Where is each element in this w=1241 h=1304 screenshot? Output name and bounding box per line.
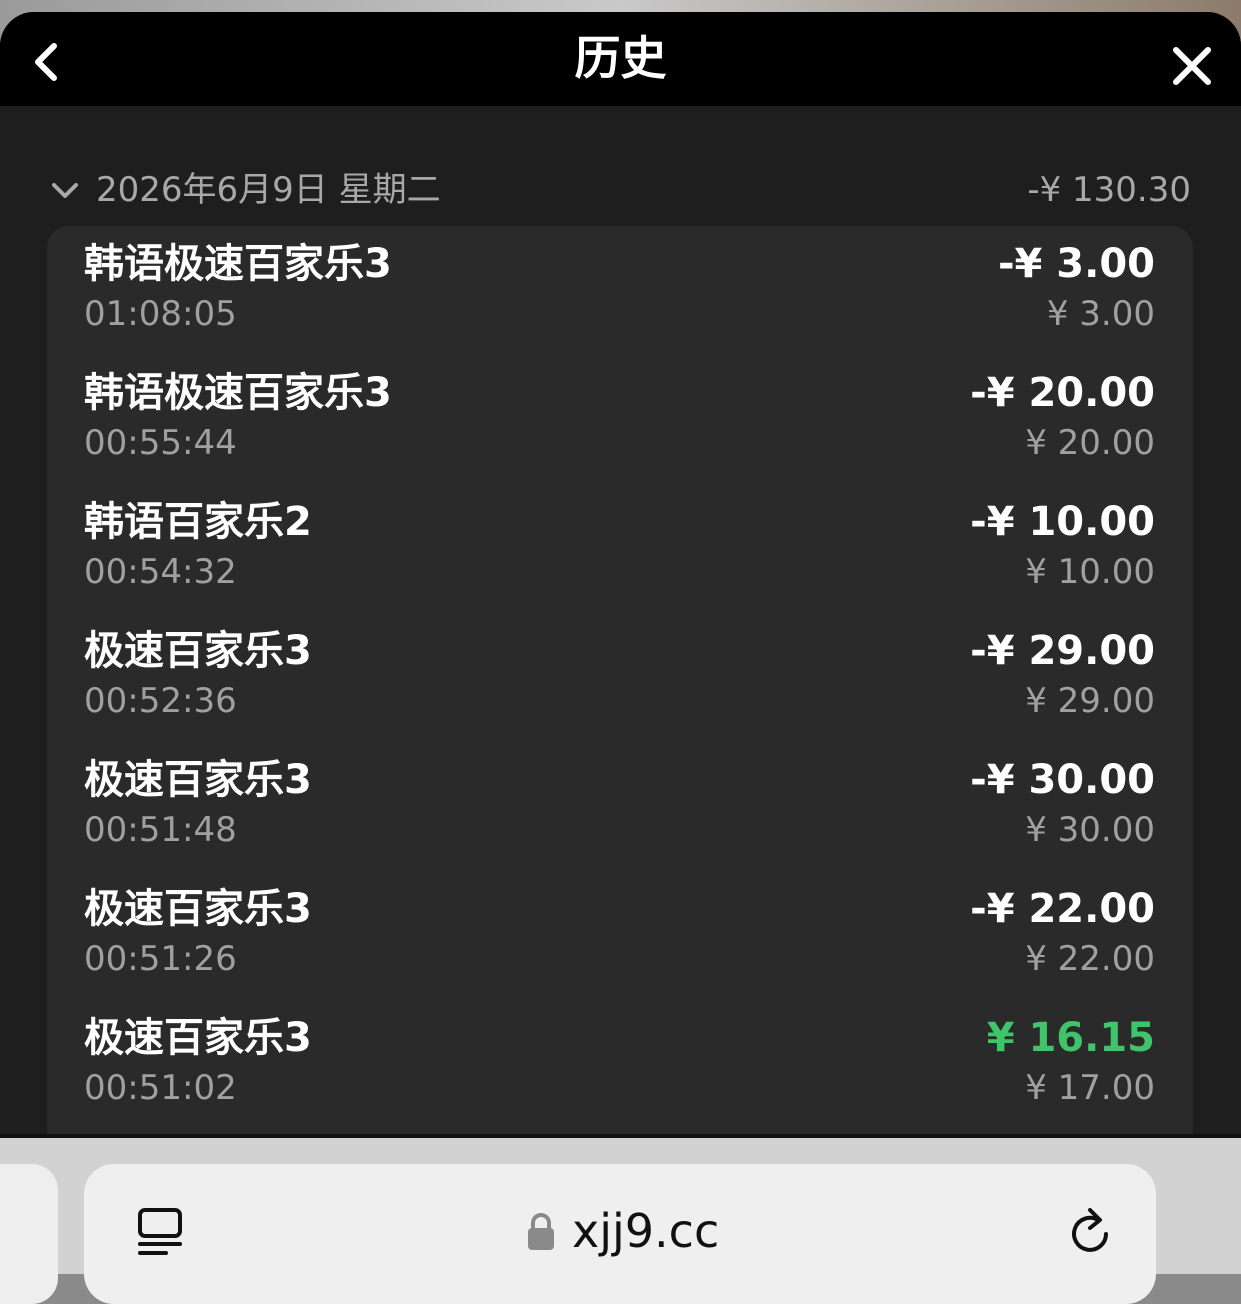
page-title: 历史 xyxy=(574,31,667,85)
chevron-down-icon xyxy=(52,183,78,198)
transaction-time: 00:54:32 xyxy=(84,552,237,592)
result-amount: -¥ 22.00 xyxy=(970,886,1155,932)
game-name: 极速百家乐3 xyxy=(84,757,312,803)
list-item[interactable]: 韩语极速百家乐3 00:55:44 -¥ 20.00 ¥ 20.00 xyxy=(47,355,1193,484)
list-item[interactable]: 极速百家乐3 00:51:02 ¥ 16.15 ¥ 17.00 xyxy=(47,1000,1193,1129)
game-name: 韩语极速百家乐3 xyxy=(84,241,392,287)
list-item[interactable]: 韩语极速百家乐3 01:08:05 -¥ 3.00 ¥ 3.00 xyxy=(47,226,1193,355)
date-total: -¥ 130.30 xyxy=(1027,170,1191,210)
transaction-list: 韩语极速百家乐3 01:08:05 -¥ 3.00 ¥ 3.00 韩语极速百家乐… xyxy=(47,226,1193,1137)
reload-icon[interactable] xyxy=(1066,1204,1116,1258)
result-amount: -¥ 29.00 xyxy=(970,628,1155,674)
bet-amount: ¥ 29.00 xyxy=(1025,681,1155,721)
list-item[interactable]: 极速百家乐3 00:51:26 -¥ 22.00 ¥ 22.00 xyxy=(47,871,1193,1000)
close-icon xyxy=(1173,47,1211,85)
bet-amount: ¥ 30.00 xyxy=(1025,810,1155,850)
result-amount: -¥ 30.00 xyxy=(970,757,1155,803)
bet-amount: ¥ 20.00 xyxy=(1025,423,1155,463)
history-header: 历史 xyxy=(0,12,1241,106)
history-sheet: 历史 2026年6月9日 星期二 -¥ 130.30 韩语极速百家乐3 01:0… xyxy=(0,12,1241,1137)
list-item[interactable]: 极速百家乐3 00:51:48 -¥ 30.00 ¥ 30.00 xyxy=(47,742,1193,871)
list-item[interactable]: 极速百家乐3 00:52:36 -¥ 29.00 ¥ 29.00 xyxy=(47,613,1193,742)
transaction-time: 00:51:26 xyxy=(84,939,237,979)
bet-amount: ¥ 3.00 xyxy=(1046,294,1155,334)
transaction-time: 01:08:05 xyxy=(84,294,237,334)
transaction-time: 00:51:02 xyxy=(84,1068,237,1108)
game-name: 极速百家乐3 xyxy=(84,886,312,932)
transaction-time: 00:52:36 xyxy=(84,681,237,721)
game-name: 极速百家乐3 xyxy=(84,628,312,674)
game-name: 韩语极速百家乐3 xyxy=(84,370,392,416)
bet-amount: ¥ 22.00 xyxy=(1025,939,1155,979)
previous-tab-preview[interactable] xyxy=(0,1164,58,1304)
result-amount: -¥ 3.00 xyxy=(997,241,1155,287)
close-button[interactable] xyxy=(1166,40,1218,92)
url-text: xjj9.cc xyxy=(572,1204,720,1258)
result-amount: ¥ 16.15 xyxy=(986,1015,1155,1061)
date-group-header[interactable]: 2026年6月9日 星期二 -¥ 130.30 xyxy=(0,162,1241,218)
list-item[interactable]: 韩语百家乐2 00:54:32 -¥ 10.00 ¥ 10.00 xyxy=(47,484,1193,613)
browser-toolbar: xjj9.cc xyxy=(0,1138,1241,1304)
transaction-time: 00:51:48 xyxy=(84,810,237,850)
bet-amount: ¥ 17.00 xyxy=(1025,1068,1155,1108)
lock-icon xyxy=(528,1213,554,1250)
transaction-time: 00:55:44 xyxy=(84,423,237,463)
address-bar[interactable]: xjj9.cc xyxy=(84,1164,1156,1304)
bet-amount: ¥ 10.00 xyxy=(1025,552,1155,592)
result-amount: -¥ 20.00 xyxy=(970,370,1155,416)
result-amount: -¥ 10.00 xyxy=(970,499,1155,545)
date-label: 2026年6月9日 星期二 xyxy=(96,170,441,210)
game-name: 极速百家乐3 xyxy=(84,1015,312,1061)
reader-mode-icon[interactable] xyxy=(136,1206,184,1258)
game-name: 韩语百家乐2 xyxy=(84,499,312,545)
